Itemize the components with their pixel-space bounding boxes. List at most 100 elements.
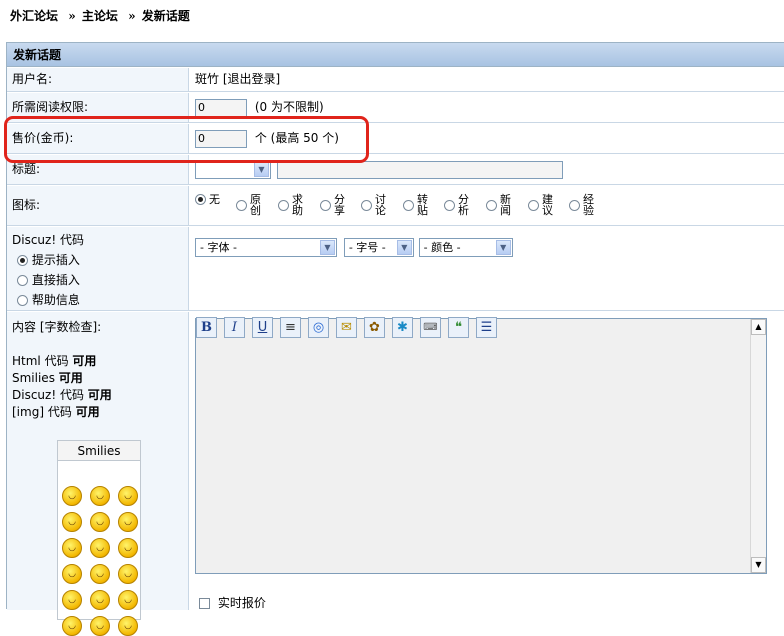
radio-icon[interactable] <box>236 199 247 211</box>
icon-option-label: 原创 <box>250 193 261 217</box>
username-value-cell: 斑竹 [退出登录] <box>190 68 784 91</box>
discuz-option[interactable]: 直接插入 <box>12 271 188 288</box>
size-select[interactable]: - 字号 - ▼ <box>343 238 414 257</box>
icon-option[interactable]: 无 <box>195 194 220 205</box>
quote-icon[interactable]: ❝ <box>448 317 469 338</box>
radio-icon[interactable] <box>403 199 414 211</box>
color-select[interactable]: - 颜色 - ▼ <box>418 238 513 257</box>
icon-option-label: 建议 <box>542 193 553 217</box>
read-permission-hint: (0 为不限制) <box>254 100 324 114</box>
image-icon[interactable]: ✿ <box>364 317 385 338</box>
icon-option[interactable]: 分享 <box>320 194 346 216</box>
panel-title: 发新话题 <box>7 43 784 67</box>
underline-icon[interactable]: U <box>252 317 273 338</box>
radio-icon[interactable] <box>17 255 28 266</box>
smiley-icon[interactable]: ◡ <box>62 564 82 584</box>
radio-icon[interactable] <box>444 199 455 211</box>
icon-option-label: 求助 <box>292 193 303 217</box>
icon-options: 无 原创 求助 分享 讨论 转贴 分析 新闻 建议 经验 <box>190 186 784 225</box>
italic-icon[interactable]: I <box>224 317 245 338</box>
breadcrumb-forum-link[interactable]: 外汇论坛 <box>10 9 58 23</box>
link-icon[interactable]: ◎ <box>308 317 329 338</box>
smiley-icon[interactable]: ◡ <box>62 616 82 636</box>
smilies-status: Smilies 可用 <box>12 371 83 385</box>
read-permission-input[interactable]: 0 <box>195 98 247 117</box>
bold-icon[interactable]: B <box>196 317 217 338</box>
icon-option-label: 无 <box>209 193 220 206</box>
font-select[interactable]: - 字体 - ▼ <box>195 238 337 257</box>
smiley-icon[interactable]: ◡ <box>90 616 110 636</box>
smiley-icon[interactable]: ◡ <box>118 538 138 558</box>
icon-option-label: 经验 <box>583 193 594 217</box>
subject-input[interactable] <box>276 160 563 179</box>
radio-icon[interactable] <box>320 199 331 211</box>
icon-option-label: 分享 <box>334 193 345 217</box>
breadcrumb-current: 发新话题 <box>141 9 190 23</box>
icon-option-label: 分析 <box>458 193 469 217</box>
icon-option[interactable]: 原创 <box>236 194 262 216</box>
smiley-icon[interactable]: ◡ <box>118 486 138 506</box>
icon-option[interactable]: 经验 <box>569 194 595 216</box>
smilies-box: Smilies ◡ ◡ ◡ ◡ ◡ ◡ ◡ ◡ ◡ ◡ ◡ ◡ ◡ ◡ ◡ ◡ ◡ ◡ <box>57 440 141 636</box>
discuz-option[interactable]: 帮助信息 <box>12 291 188 308</box>
chevron-down-icon: ▼ <box>320 240 335 255</box>
smiley-icon[interactable]: ◡ <box>62 538 82 558</box>
smiley-icon[interactable]: ◡ <box>90 538 110 558</box>
logout-link[interactable]: [退出登录] <box>223 72 280 86</box>
breadcrumb: 外汇论坛 » 主论坛 » 发新话题 <box>10 7 196 24</box>
icon-option[interactable]: 讨论 <box>361 194 387 216</box>
email-icon[interactable]: ✉ <box>336 317 357 338</box>
icon-option[interactable]: 求助 <box>278 194 304 216</box>
smiley-icon[interactable]: ◡ <box>118 590 138 610</box>
icon-option[interactable]: 转贴 <box>403 194 429 216</box>
radio-icon[interactable] <box>569 199 580 211</box>
radio-icon[interactable] <box>195 194 206 205</box>
message-cell: ▲ ▼ 实时报价 <box>190 312 784 610</box>
smiley-icon[interactable]: ◡ <box>62 512 82 532</box>
chevron-down-icon: ▼ <box>495 240 511 255</box>
breadcrumb-main-link[interactable]: 主论坛 <box>82 9 118 23</box>
radio-icon[interactable] <box>278 199 289 211</box>
code-icon[interactable]: ⌨ <box>420 317 441 338</box>
radio-icon[interactable] <box>361 199 372 211</box>
radio-icon[interactable] <box>486 199 497 211</box>
radio-icon[interactable] <box>528 199 539 211</box>
icon-option[interactable]: 分析 <box>444 194 470 216</box>
content-info-cell: 内容 [字数检查]: Html 代码 可用 Smilies 可用 Discuz!… <box>7 312 189 636</box>
chevron-down-icon: ▼ <box>396 240 412 255</box>
discuz-code-title: Discuz! 代码 <box>12 233 84 247</box>
smiley-icon[interactable]: ◡ <box>118 616 138 636</box>
icon-option[interactable]: 建议 <box>528 194 554 216</box>
radio-icon[interactable] <box>17 275 28 286</box>
breadcrumb-separator: » <box>68 9 76 23</box>
list-icon[interactable]: ☰ <box>476 317 497 338</box>
realtime-option[interactable]: 实时报价 <box>199 594 266 611</box>
icon-option-label: 新闻 <box>500 193 511 217</box>
scrollbar[interactable]: ▲ ▼ <box>750 319 766 573</box>
smiley-icon[interactable]: ◡ <box>90 512 110 532</box>
discuz-option[interactable]: 提示插入 <box>12 251 188 268</box>
checkbox-icon[interactable] <box>199 598 210 609</box>
message-textarea[interactable]: ▲ ▼ <box>195 318 767 574</box>
editor-toolbar-cell: - 字体 - ▼ - 字号 - ▼ - 颜色 - ▼ <box>190 227 784 310</box>
highlight-box <box>4 116 369 163</box>
smiley-icon[interactable]: ◡ <box>118 512 138 532</box>
scroll-down-icon[interactable]: ▼ <box>751 557 766 573</box>
chevron-down-icon: ▼ <box>254 162 269 177</box>
icon-option[interactable]: 新闻 <box>486 194 512 216</box>
smiley-icon[interactable]: ◡ <box>90 590 110 610</box>
discuz-status: Discuz! 代码 可用 <box>12 388 112 402</box>
scroll-up-icon[interactable]: ▲ <box>751 319 766 335</box>
align-center-icon[interactable]: ≡ <box>280 317 301 338</box>
img-status: [img] 代码 可用 <box>12 405 100 419</box>
icon-option-label: 转贴 <box>417 193 428 217</box>
smiley-icon[interactable]: ◡ <box>90 486 110 506</box>
smiley-icon[interactable]: ◡ <box>62 486 82 506</box>
radio-icon[interactable] <box>17 295 28 306</box>
smiley-icon[interactable]: ◡ <box>90 564 110 584</box>
smilies-title: Smilies <box>58 441 140 461</box>
username-label: 用户名: <box>7 68 189 91</box>
flash-icon[interactable]: ✱ <box>392 317 413 338</box>
smiley-icon[interactable]: ◡ <box>118 564 138 584</box>
smiley-icon[interactable]: ◡ <box>62 590 82 610</box>
